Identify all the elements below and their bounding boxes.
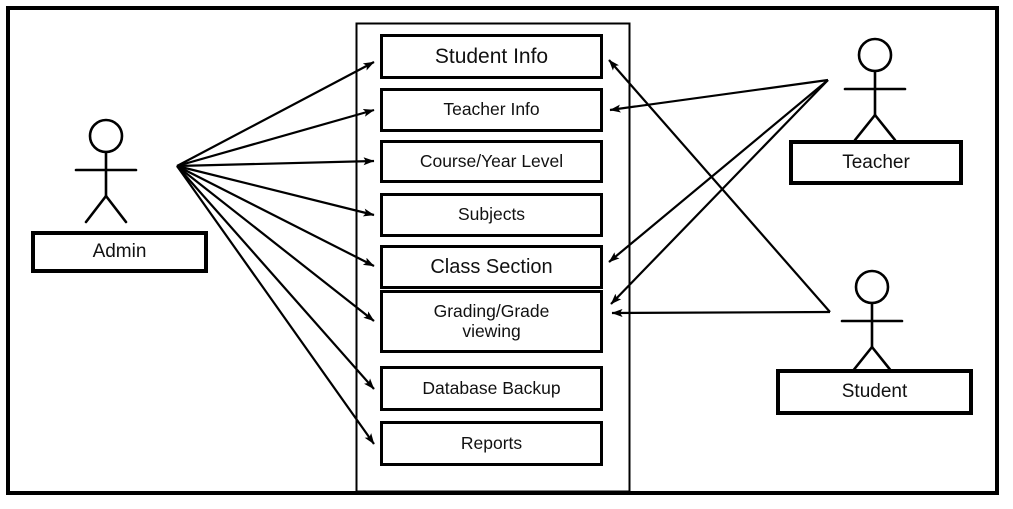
usecase-label: Database Backup bbox=[422, 377, 561, 398]
usecase-label-line2: viewing bbox=[462, 320, 521, 341]
usecase-database-backup[interactable]: Database Backup bbox=[380, 366, 603, 411]
assoc-teacher-grading bbox=[610, 79, 829, 305]
actor-label-student[interactable]: Student bbox=[776, 369, 973, 415]
usecase-label: Subjects bbox=[457, 204, 526, 225]
usecase-label: Course/Year Level bbox=[419, 150, 564, 171]
assoc-student-student-info bbox=[608, 59, 831, 313]
usecase-grading-grade-viewing[interactable]: Grading/Grade viewing bbox=[380, 290, 603, 353]
assoc-admin-db-backup bbox=[176, 165, 375, 390]
usecase-label: Teacher Info bbox=[443, 99, 540, 120]
actor-label-teacher[interactable]: Teacher bbox=[789, 140, 963, 185]
assoc-admin-student-info bbox=[176, 61, 375, 167]
assoc-admin-course-year bbox=[176, 157, 375, 168]
usecase-class-section[interactable]: Class Section bbox=[380, 245, 603, 289]
usecase-label: Student Info bbox=[434, 44, 549, 68]
association-lines-teacher bbox=[608, 78, 829, 305]
actor-label: Teacher bbox=[842, 151, 910, 173]
actor-label: Student bbox=[841, 381, 908, 402]
usecase-label: Reports bbox=[460, 432, 523, 453]
actor-label-admin[interactable]: Admin bbox=[31, 231, 208, 273]
actor-figure-teacher bbox=[843, 37, 907, 142]
usecase-subjects[interactable]: Subjects bbox=[380, 193, 603, 237]
use-case-diagram: Student Info Teacher Info Course/Year Le… bbox=[0, 0, 1013, 509]
usecase-reports[interactable]: Reports bbox=[380, 421, 603, 466]
actor-label: Admin bbox=[92, 241, 147, 262]
assoc-teacher-teacher-info bbox=[609, 78, 829, 113]
usecase-label: Grading/Grade bbox=[433, 300, 550, 321]
usecase-label: Class Section bbox=[430, 255, 553, 278]
usecase-course-year-level[interactable]: Course/Year Level bbox=[380, 140, 603, 183]
usecase-student-info[interactable]: Student Info bbox=[380, 34, 603, 79]
assoc-admin-teacher-info bbox=[176, 108, 375, 168]
actor-figure-admin bbox=[74, 118, 138, 224]
assoc-student-grading bbox=[611, 308, 831, 317]
usecase-teacher-info[interactable]: Teacher Info bbox=[380, 88, 603, 132]
association-lines-student bbox=[608, 59, 831, 317]
actor-figure-student bbox=[840, 269, 904, 374]
